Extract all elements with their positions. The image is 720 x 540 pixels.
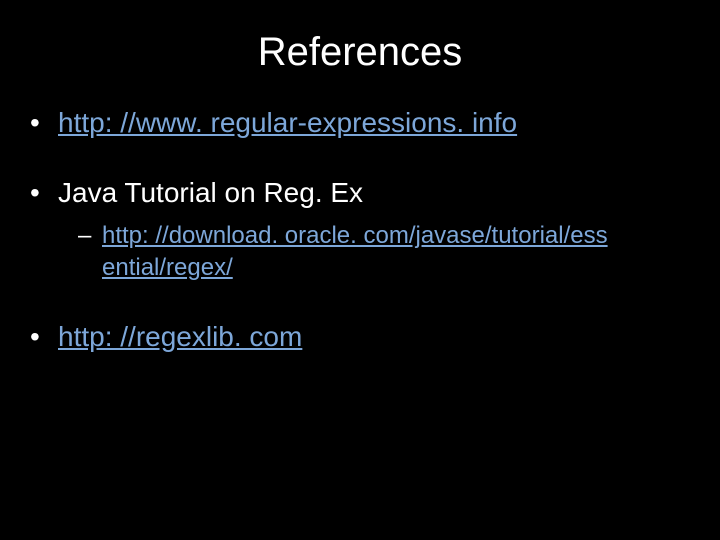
slide: References • http: //www. regular-expres… [0,0,720,540]
sub-list: – http: //download. oracle. com/javase/t… [78,220,690,285]
bullet-list: • http: //www. regular-expressions. info… [30,105,690,355]
bullet-item-1: • http: //www. regular-expressions. info [30,105,690,141]
bullet-item-2: • Java Tutorial on Reg. Ex – http: //dow… [30,175,690,284]
reference-link-1[interactable]: http: //www. regular-expressions. info [58,105,517,141]
reference-link-2[interactable]: http: //download. oracle. com/javase/tut… [102,222,608,281]
bullet-marker: • [30,175,58,211]
sub-marker: – [78,220,102,252]
bullet-marker: • [30,319,58,355]
bullet-text-2: Java Tutorial on Reg. Ex [58,175,363,211]
bullet-item-3: • http: //regexlib. com [30,319,690,355]
bullet-marker: • [30,105,58,141]
reference-link-3[interactable]: http: //regexlib. com [58,319,302,355]
slide-title: References [30,30,690,75]
